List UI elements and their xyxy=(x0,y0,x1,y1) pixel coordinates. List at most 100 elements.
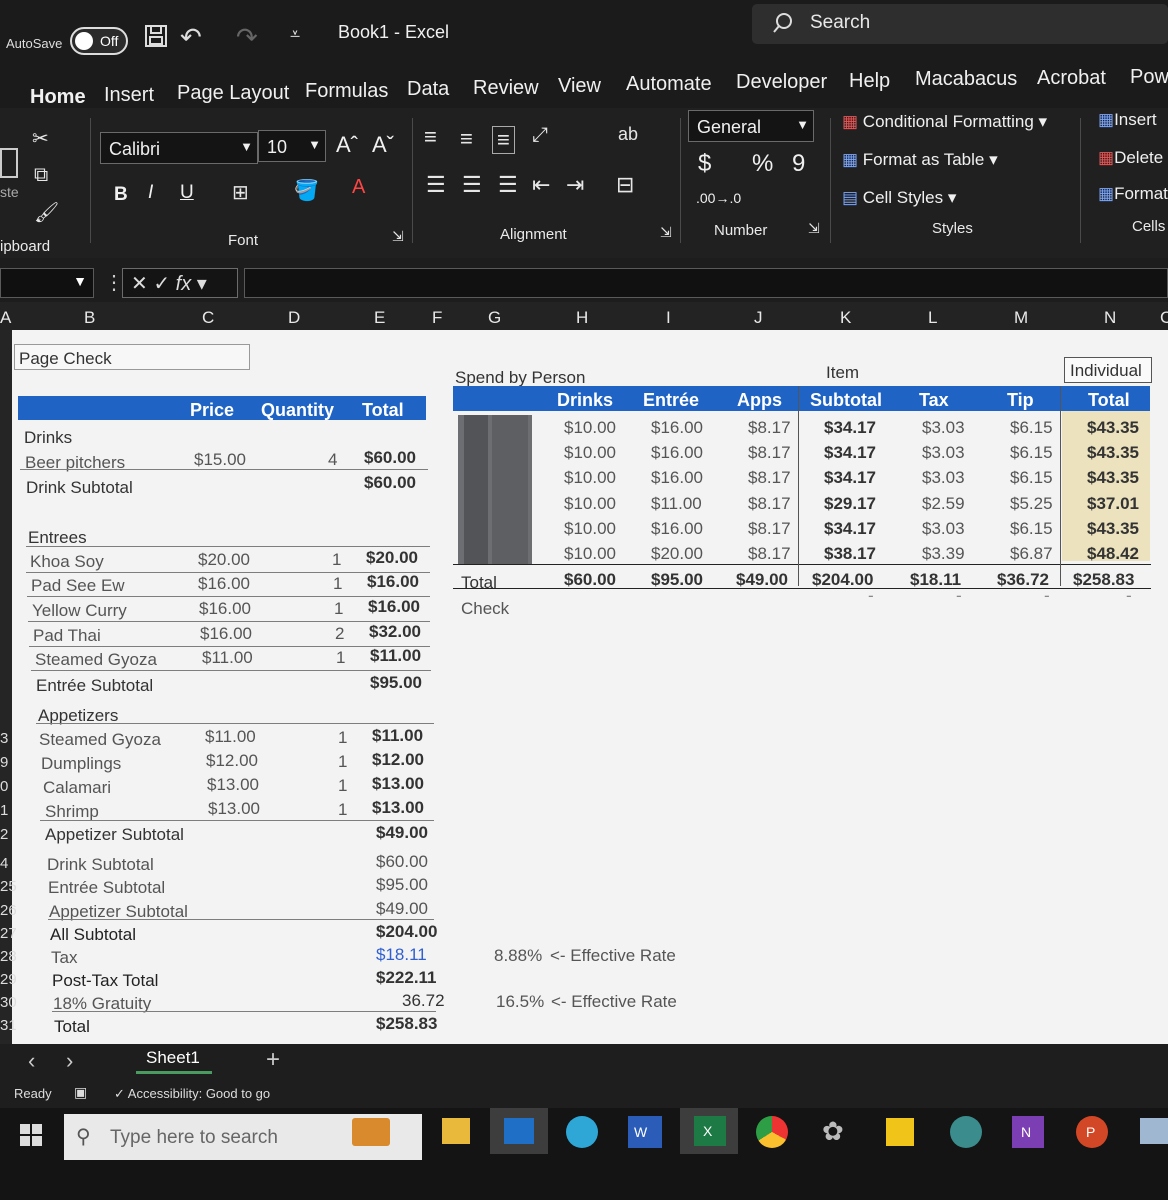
row-number[interactable]: 9 xyxy=(0,754,8,771)
briefcase-icon[interactable] xyxy=(352,1118,390,1146)
tab-review[interactable]: Review xyxy=(473,77,539,100)
column-header[interactable]: L xyxy=(928,308,937,328)
tab-macabacus[interactable]: Macabacus xyxy=(915,68,1017,91)
tab-page-layout[interactable]: Page Layout xyxy=(177,82,289,105)
accessibility-status[interactable]: ✓ Accessibility: Good to go xyxy=(114,1086,270,1102)
shrink-font-button[interactable]: Aˇ xyxy=(372,132,394,158)
sticky-notes-icon[interactable] xyxy=(886,1118,914,1146)
tab-formulas[interactable]: Formulas xyxy=(305,80,388,103)
wrap-text-icon[interactable]: ab xyxy=(618,124,638,145)
column-header[interactable]: E xyxy=(374,308,385,328)
row-number[interactable]: 29 xyxy=(0,971,17,988)
bold-button[interactable]: B xyxy=(114,184,128,206)
powerpoint-icon[interactable]: P xyxy=(1076,1116,1108,1148)
edge-icon[interactable] xyxy=(566,1116,598,1148)
align-top-icon[interactable]: ≡ xyxy=(424,124,437,150)
tab-help[interactable]: Help xyxy=(849,70,890,93)
column-header[interactable]: M xyxy=(1014,308,1028,328)
font-color-icon[interactable]: A xyxy=(352,176,365,199)
row-number[interactable]: 25 xyxy=(0,878,17,895)
row-number[interactable]: 0 xyxy=(0,778,8,795)
percent-button[interactable]: % xyxy=(752,150,773,178)
add-sheet-button[interactable]: + xyxy=(266,1046,280,1074)
worksheet-grid[interactable]: 3 9 0 1 2 4 25 26 27 28 29 30 31 Page Ch… xyxy=(0,330,1168,1045)
alignment-launcher-icon[interactable]: ⇲ xyxy=(660,224,672,241)
currency-button[interactable]: $ xyxy=(698,150,711,178)
page-check-dropdown[interactable]: Page Check xyxy=(14,344,250,370)
align-right-icon[interactable]: ☰ xyxy=(498,172,518,198)
column-header[interactable]: J xyxy=(754,308,763,328)
cell-styles-button[interactable]: ▤ Cell Styles ▾ xyxy=(842,188,956,208)
decimal-buttons[interactable]: .00→.0 xyxy=(696,190,741,206)
sheet-tab-sheet1[interactable]: Sheet1 xyxy=(136,1044,212,1074)
copy-icon[interactable]: ⧉ xyxy=(34,164,48,187)
format-painter-icon[interactable]: 🖌 xyxy=(34,200,59,225)
autosave-toggle[interactable]: Off xyxy=(70,27,128,55)
borders-icon[interactable]: ⊞ xyxy=(232,180,249,205)
tool-icon[interactable]: ✿ xyxy=(822,1116,844,1147)
paste-icon[interactable] xyxy=(0,148,18,178)
underline-button[interactable]: U xyxy=(180,182,194,204)
format-cells-button[interactable]: ▦Format xyxy=(1098,184,1168,204)
app-icon[interactable] xyxy=(1140,1118,1168,1144)
column-header[interactable]: C xyxy=(1160,308,1168,328)
excel-icon[interactable]: X xyxy=(680,1108,738,1154)
row-number[interactable]: 27 xyxy=(0,925,17,942)
format-as-table-button[interactable]: ▦ Format as Table ▾ xyxy=(842,150,998,170)
tab-automate[interactable]: Automate xyxy=(626,73,712,96)
search-box[interactable]: Search xyxy=(752,4,1168,44)
align-left-icon[interactable]: ☰ xyxy=(426,172,446,198)
row-number[interactable]: 3 xyxy=(0,730,8,747)
insert-cells-button[interactable]: ▦Insert xyxy=(1098,110,1157,130)
column-header[interactable]: D xyxy=(288,308,300,328)
column-header[interactable]: G xyxy=(488,308,501,328)
word-icon[interactable]: W xyxy=(628,1116,662,1148)
column-header[interactable]: C xyxy=(202,308,214,328)
fill-color-icon[interactable]: 🪣 xyxy=(294,178,319,203)
chrome-icon[interactable] xyxy=(756,1116,788,1148)
column-header[interactable]: F xyxy=(432,308,442,328)
conditional-formatting-button[interactable]: ▦ Conditional Formatting ▾ xyxy=(842,112,1047,132)
column-header[interactable]: B xyxy=(84,308,95,328)
tab-data[interactable]: Data xyxy=(407,78,449,101)
formula-buttons[interactable]: ✕ ✓ fx ▾ xyxy=(122,268,238,298)
teams-icon[interactable] xyxy=(950,1116,982,1148)
row-number[interactable]: 30 xyxy=(0,994,17,1011)
save-icon[interactable] xyxy=(144,24,168,48)
windows-start-icon[interactable] xyxy=(20,1124,42,1146)
column-header[interactable]: I xyxy=(666,308,671,328)
outlook-icon[interactable] xyxy=(490,1108,548,1154)
redo-icon[interactable]: ↷ xyxy=(236,22,258,53)
formula-input[interactable] xyxy=(244,268,1168,298)
align-middle-icon[interactable]: ≡ xyxy=(460,126,473,152)
row-number[interactable]: 26 xyxy=(0,902,17,919)
column-header[interactable]: H xyxy=(576,308,588,328)
tab-power[interactable]: Pow xyxy=(1130,66,1168,89)
merge-center-icon[interactable]: ⊟ xyxy=(616,172,634,198)
row-number[interactable]: 1 xyxy=(0,802,8,819)
number-launcher-icon[interactable]: ⇲ xyxy=(808,220,820,237)
font-name-select[interactable]: Calibri ▼ xyxy=(100,132,258,164)
font-size-select[interactable]: 10 ▼ xyxy=(258,130,326,162)
align-bottom-icon[interactable]: ≡ xyxy=(492,126,515,154)
increase-indent-icon[interactable]: ⇥ xyxy=(566,172,584,198)
cut-icon[interactable]: ✂ xyxy=(32,126,49,151)
customize-qat-icon[interactable]: ⩡ xyxy=(290,24,300,45)
row-number[interactable]: 31 xyxy=(0,1017,17,1034)
macro-record-icon[interactable]: ▣ xyxy=(74,1084,87,1101)
tab-developer[interactable]: Developer xyxy=(736,71,827,94)
row-number[interactable]: 28 xyxy=(0,948,17,965)
undo-icon[interactable]: ↶ xyxy=(180,22,202,53)
tab-insert[interactable]: Insert xyxy=(104,84,154,107)
onenote-icon[interactable]: N xyxy=(1012,1116,1044,1148)
decrease-indent-icon[interactable]: ⇤ xyxy=(532,172,550,198)
column-header[interactable]: A xyxy=(0,308,11,328)
dialog-launcher-icon[interactable]: ⇲ xyxy=(392,228,404,245)
tab-acrobat[interactable]: Acrobat xyxy=(1037,67,1106,90)
align-center-icon[interactable]: ☰ xyxy=(462,172,482,198)
italic-button[interactable]: I xyxy=(148,182,153,204)
tab-view[interactable]: View xyxy=(558,75,601,98)
grow-font-button[interactable]: Aˆ xyxy=(336,132,358,158)
number-format-select[interactable]: General ▼ xyxy=(688,110,814,142)
row-number[interactable]: 4 xyxy=(0,855,8,872)
